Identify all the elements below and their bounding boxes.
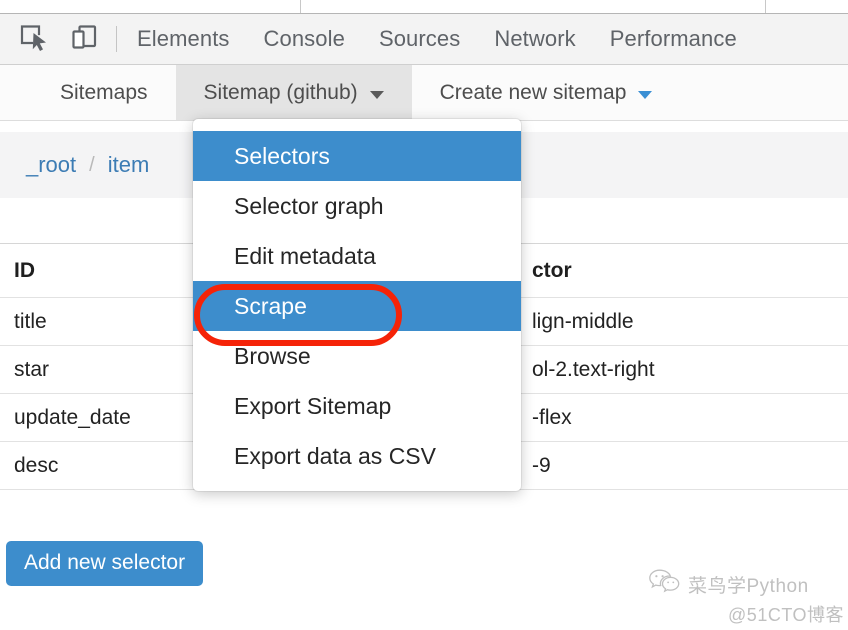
tab-performance[interactable]: Performance xyxy=(593,14,754,64)
browser-tab-divider xyxy=(300,0,301,13)
inspect-element-icon xyxy=(19,22,49,57)
chevron-down-icon xyxy=(369,90,384,99)
menu-item-export-sitemap[interactable]: Export Sitemap xyxy=(193,381,521,431)
tab-elements[interactable]: Elements xyxy=(131,14,247,64)
sitemap-dropdown-menu: Selectors Selector graph Edit metadata S… xyxy=(193,119,521,491)
tab-create-new-sitemap[interactable]: Create new sitemap xyxy=(412,65,681,120)
tab-sitemap-github-label: Sitemap (github) xyxy=(203,80,358,104)
browser-tab-strip xyxy=(0,0,848,13)
column-header-selector: ctor xyxy=(532,243,848,298)
sitemap-tabbar: Sitemaps Sitemap (github) Create new sit… xyxy=(0,65,848,121)
tab-console[interactable]: Console xyxy=(247,14,362,64)
watermark-line1: 菜鸟学Python xyxy=(688,575,809,597)
tab-sitemap-github[interactable]: Sitemap (github) xyxy=(175,65,412,120)
toolbar-divider xyxy=(116,26,117,52)
inspect-element-button[interactable] xyxy=(14,19,54,59)
tab-sources[interactable]: Sources xyxy=(362,14,477,64)
menu-item-browse[interactable]: Browse xyxy=(193,331,521,381)
menu-item-edit-metadata[interactable]: Edit metadata xyxy=(193,231,521,281)
menu-item-selector-graph[interactable]: Selector graph xyxy=(193,181,521,231)
tab-create-new-sitemap-label: Create new sitemap xyxy=(439,80,627,104)
menu-item-selectors[interactable]: Selectors xyxy=(193,131,521,181)
breadcrumb-item-item[interactable]: item xyxy=(108,152,150,178)
add-new-selector-button[interactable]: Add new selector xyxy=(6,541,204,586)
cell-selector: -9 xyxy=(532,441,848,490)
cell-selector: lign-middle xyxy=(532,297,848,346)
cell-selector: ol-2.text-right xyxy=(532,345,848,394)
chevron-down-icon xyxy=(638,90,653,99)
devtools-toolbar: Elements Console Sources Network Perform… xyxy=(0,13,848,65)
menu-item-scrape[interactable]: Scrape xyxy=(193,281,521,331)
device-toolbar-icon xyxy=(69,22,99,57)
menu-item-export-data-csv[interactable]: Export data as CSV xyxy=(193,431,521,481)
wechat-icon xyxy=(648,568,682,600)
watermark: 菜鸟学Python @51CTO博客 xyxy=(648,568,844,627)
watermark-line2: @51CTO博客 xyxy=(728,605,844,625)
toggle-device-toolbar-button[interactable] xyxy=(64,19,104,59)
breadcrumb-item-root[interactable]: _root xyxy=(26,152,76,178)
tab-sitemaps[interactable]: Sitemaps xyxy=(32,65,176,120)
tab-network[interactable]: Network xyxy=(477,14,592,64)
tab-sitemaps-label: Sitemaps xyxy=(60,80,148,104)
browser-tab-divider xyxy=(765,0,766,13)
cell-selector: -flex xyxy=(532,393,848,442)
breadcrumb-separator: / xyxy=(89,153,95,176)
